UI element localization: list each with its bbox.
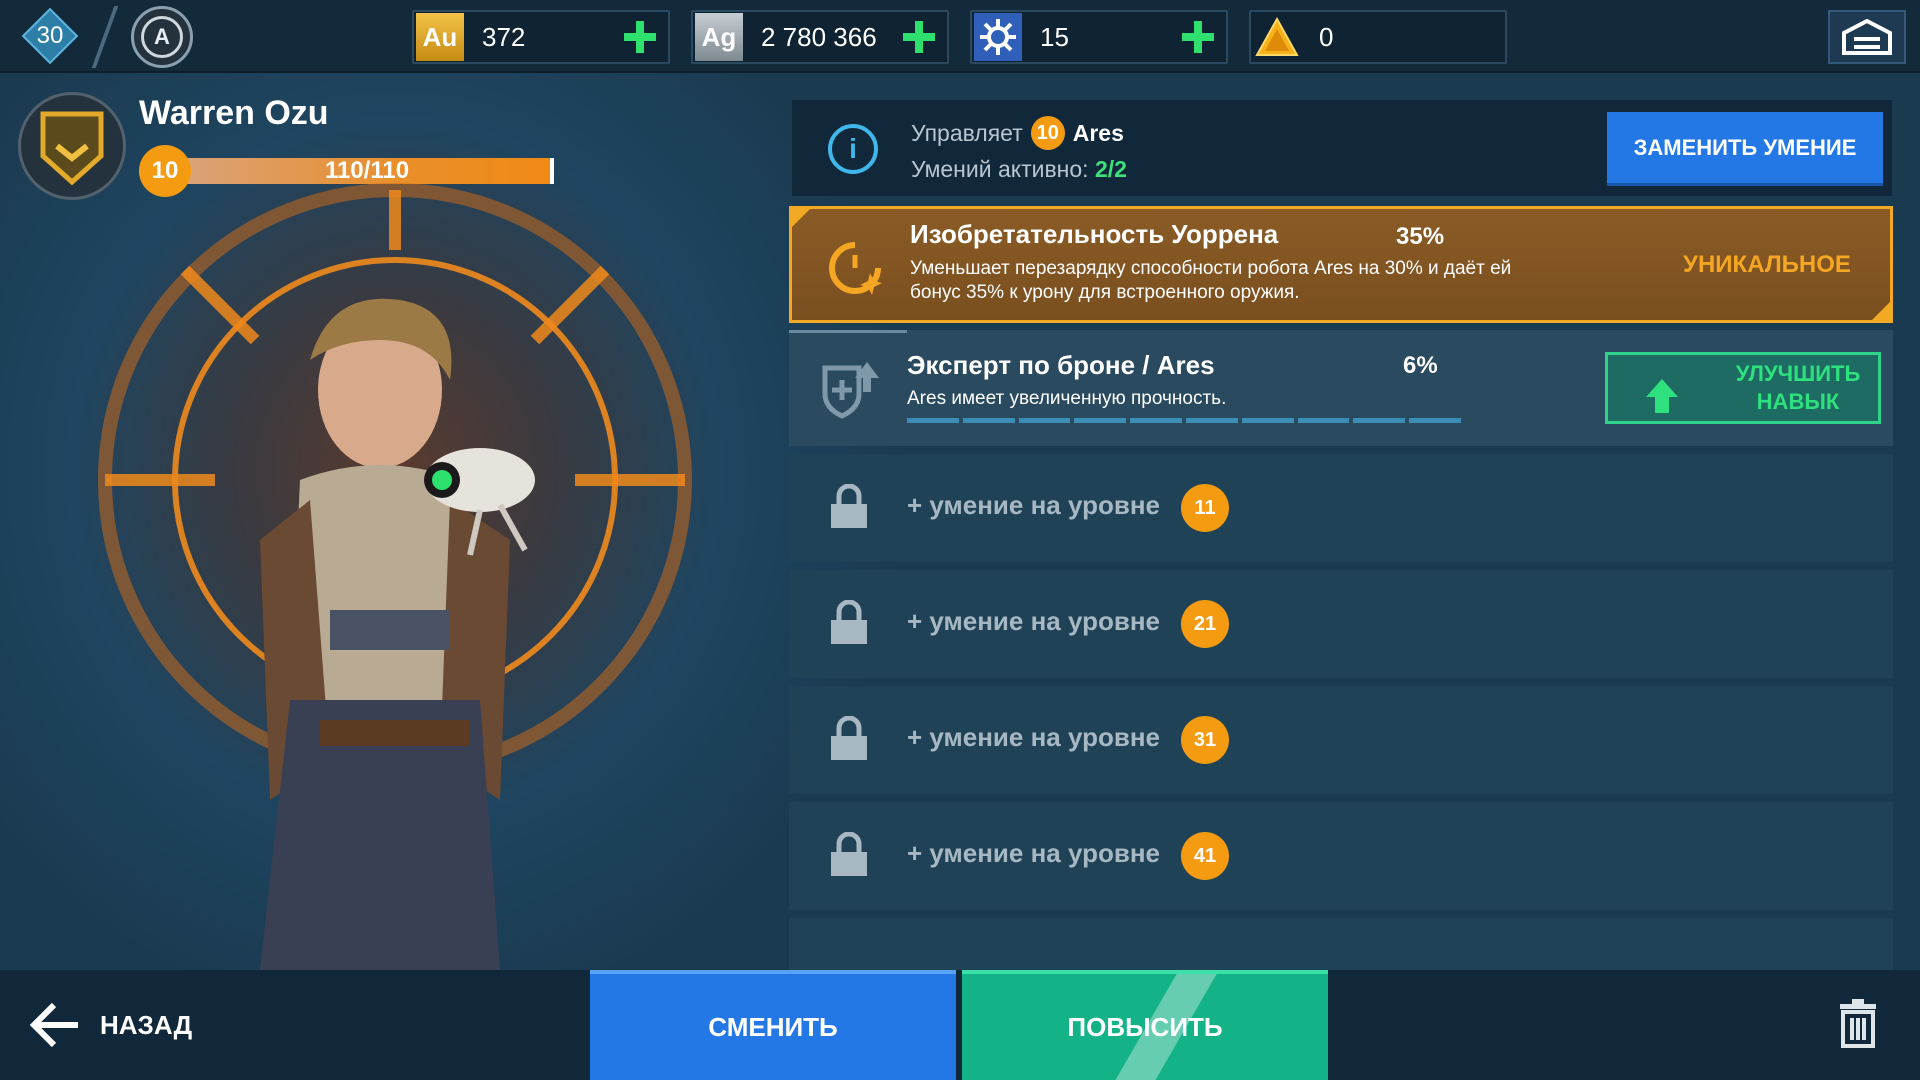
locked-skill-slot: + умение на уровне 21: [789, 570, 1893, 678]
unlock-level-badge: 11: [1181, 484, 1229, 532]
tokens-value: 0: [1319, 21, 1334, 52]
locked-skill-text: + умение на уровне: [907, 838, 1161, 868]
robot-name: Ares: [1072, 119, 1124, 146]
silver-value: 2 780 366: [761, 21, 877, 52]
silver-counter: Ag 2 780 366: [691, 10, 949, 64]
lock-icon: [831, 716, 867, 760]
arrow-up-icon: [1646, 379, 1678, 413]
unique-tag: УНИКАЛЬНОЕ: [1683, 251, 1851, 278]
top-bar: 30 A Au 372 Ag 2 780 366 15 0: [0, 0, 1920, 73]
skill-title: Эксперт по броне / Ares: [907, 350, 1215, 380]
skill-card-armor[interactable]: Эксперт по броне / Ares 6% Ares имеет ув…: [789, 330, 1893, 446]
tokens-counter: 0: [1249, 10, 1507, 64]
player-level-badge[interactable]: 30: [18, 7, 82, 65]
add-gold-button[interactable]: [620, 17, 660, 57]
skill-percent: 35%: [1396, 223, 1445, 250]
locked-skill-text: + умение на уровне: [907, 490, 1161, 520]
faction-emblem-icon[interactable]: A: [131, 6, 193, 68]
active-skills-label: Умений активно:: [911, 156, 1089, 182]
player-level: 30: [36, 22, 64, 49]
locked-skill-slot: + умение на уровне 11: [789, 454, 1893, 562]
pilot-name: Warren Ozu: [139, 94, 329, 132]
bottom-bar: [0, 970, 1920, 1080]
pilot-portrait: [260, 298, 535, 970]
info-icon[interactable]: i: [828, 124, 878, 174]
unlock-level-badge: 41: [1181, 832, 1229, 880]
unlock-level-badge: 21: [1181, 600, 1229, 648]
replace-skill-button[interactable]: ЗАМЕНИТЬ УМЕНИЕ: [1607, 112, 1883, 186]
active-skills-line: Умений активно: 2/2: [911, 156, 1127, 183]
back-label: НАЗАД: [100, 1009, 193, 1040]
locked-skill-slot: + умение на уровне 41: [789, 802, 1893, 910]
change-pilot-button[interactable]: СМЕНИТЬ: [590, 970, 956, 1080]
back-button[interactable]: НАЗАД: [28, 996, 192, 1054]
hangar-icon: [1842, 19, 1892, 55]
lock-icon: [831, 600, 867, 644]
unlock-level-badge: 31: [1181, 716, 1229, 764]
skill-title: Изобретательность Уоррена: [910, 219, 1279, 249]
gold-counter: Au 372: [412, 10, 670, 64]
locked-skill-text: + умение на уровне: [907, 606, 1161, 636]
active-skills-value: 2/2: [1094, 156, 1127, 182]
gold-value: 372: [482, 21, 526, 52]
add-silver-button[interactable]: [899, 17, 939, 57]
promote-pilot-button[interactable]: ПОВЫСИТЬ: [962, 970, 1328, 1080]
skill-description: Уменьшает перезарядку способности робота…: [910, 258, 1512, 303]
skill-card-unique[interactable]: Изобретательность Уоррена 35% Уменьшает …: [789, 206, 1893, 323]
locked-skill-slot: + умение на уровне 31: [789, 686, 1893, 794]
upgrade-skill-label: УЛУЧШИТЬ НАВЫК: [1735, 361, 1861, 414]
arrow-left-icon: [29, 1002, 78, 1048]
pilot-level: 10: [139, 145, 191, 197]
robot-level-badge: 10: [1030, 116, 1065, 150]
cooldown-burst-icon: [829, 242, 882, 295]
lock-icon: [831, 832, 867, 876]
add-keys-button[interactable]: [1178, 17, 1218, 57]
keys-counter: 15: [970, 10, 1228, 64]
lock-icon: [831, 484, 867, 528]
locked-skill-slot-partial: [789, 918, 1893, 970]
keys-value: 15: [1040, 21, 1069, 52]
skill-description: Ares имеет увеличенную прочность.: [907, 388, 1227, 409]
gear-key-icon: [974, 13, 1022, 61]
triangle-token-icon: [1253, 13, 1301, 61]
promote-label: ПОВЫСИТЬ: [1067, 1011, 1223, 1042]
upgrade-skill-button[interactable]: УЛУЧШИТЬ НАВЫК: [1605, 352, 1881, 424]
gold-icon: Au: [416, 13, 464, 61]
skill-progress-bar: [907, 418, 1461, 423]
shield-upgrade-icon: [822, 362, 879, 419]
divider: [91, 6, 119, 68]
locked-skill-text: + умение на уровне: [907, 722, 1161, 752]
rank-shield-icon: [40, 111, 104, 186]
hangar-button[interactable]: [1828, 10, 1906, 64]
controls-label: Управляет: [911, 119, 1023, 146]
silver-icon: Ag: [695, 13, 743, 61]
trash-icon[interactable]: [1838, 998, 1878, 1048]
controls-line: Управляет 10 Ares: [911, 116, 1124, 150]
skill-percent: 6%: [1403, 352, 1438, 379]
